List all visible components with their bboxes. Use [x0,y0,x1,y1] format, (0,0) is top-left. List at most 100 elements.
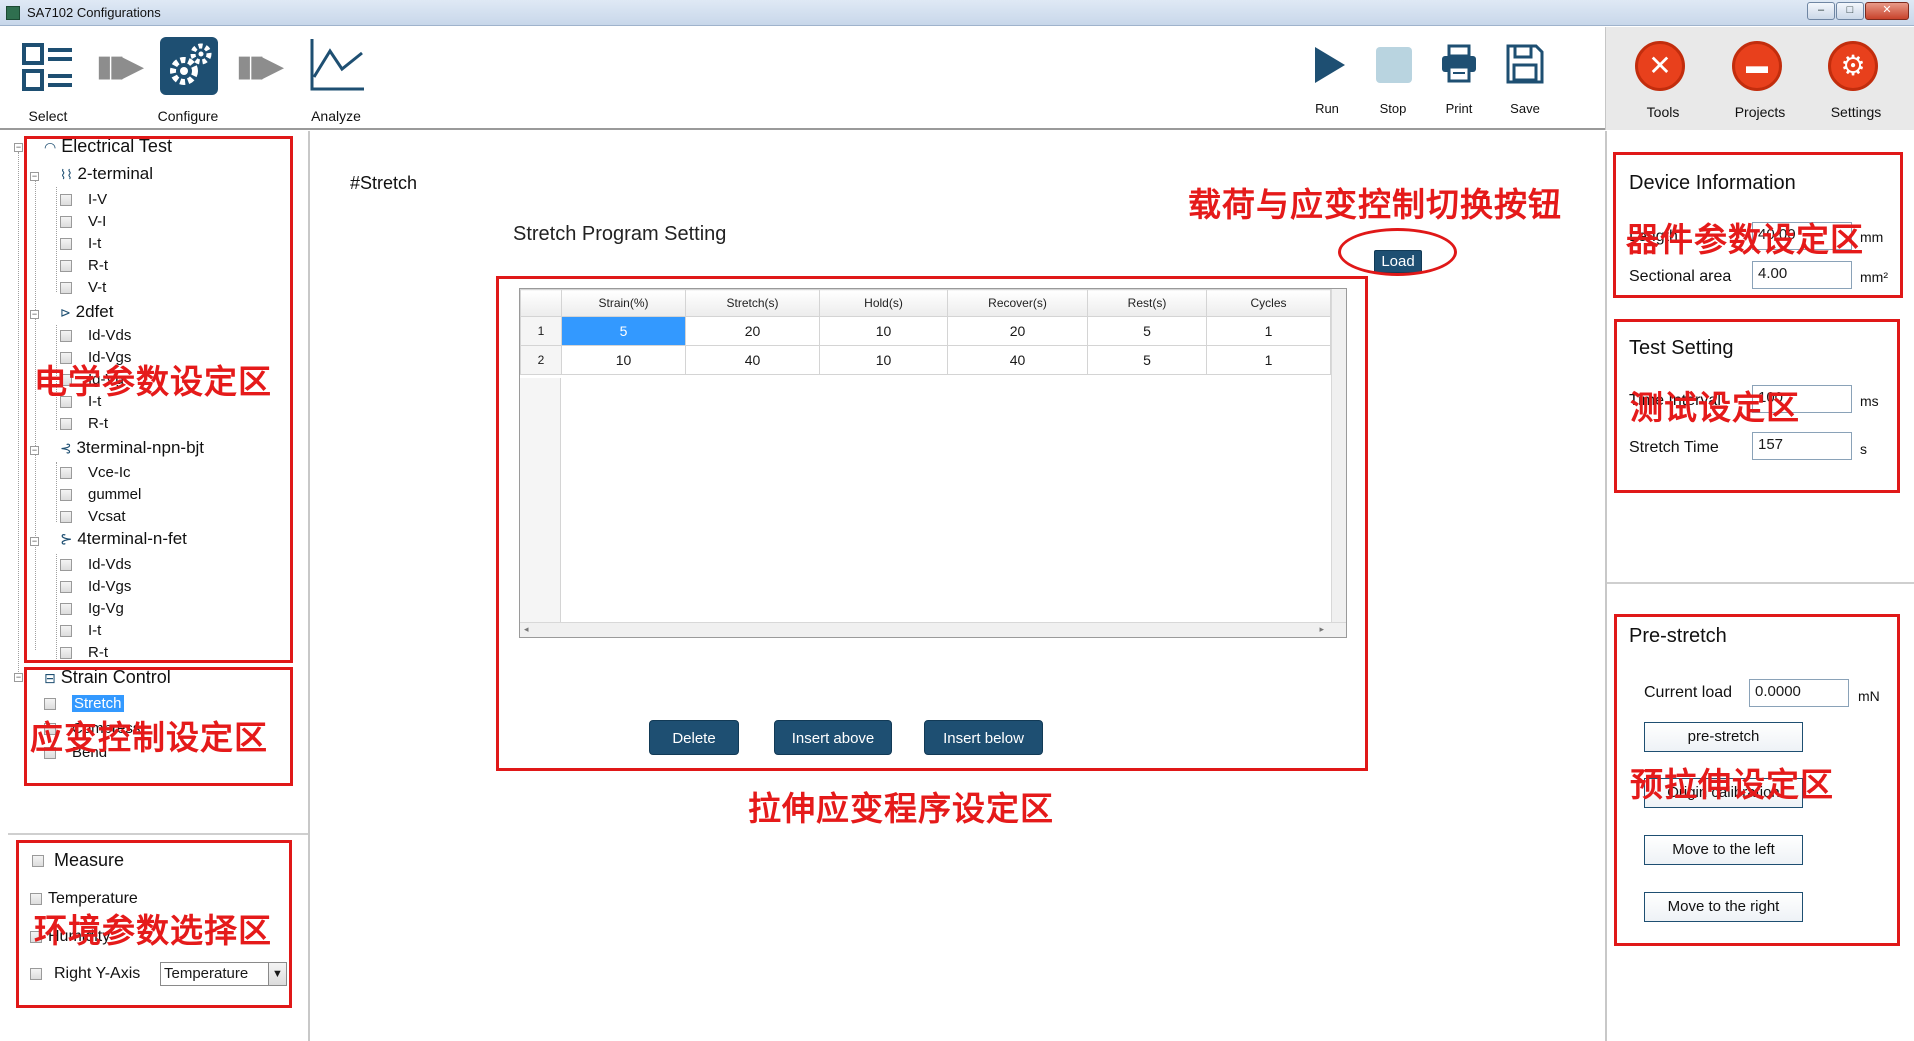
column-header[interactable]: Cycles [1206,289,1331,317]
tree-item[interactable]: I-V [60,191,107,208]
table-cell[interactable]: 5 [1087,316,1207,346]
move-left-button[interactable]: Move to the left [1644,835,1803,865]
tree-item[interactable]: Id-Vds [60,556,131,573]
table-cell[interactable]: 20 [947,316,1088,346]
table-cell[interactable]: 5 [561,316,686,346]
table-cell[interactable]: 40 [685,345,820,375]
right-y-axis-select[interactable]: Temperature ▼ [160,962,287,986]
projects-button[interactable]: ▬ Projects [1720,41,1800,125]
scroll-right-icon[interactable]: ▸ [1319,624,1324,635]
column-header[interactable]: Strain(%) [561,289,686,317]
row-header[interactable]: 2 [520,345,562,375]
expander[interactable]: − [30,446,39,455]
configure-step[interactable]: Configure [148,35,228,125]
checkbox[interactable] [60,559,72,572]
column-header[interactable]: Recover(s) [947,289,1088,317]
table-cell[interactable]: 5 [1087,345,1207,375]
table-cell[interactable]: 1 [1206,345,1331,375]
tree-item-stretch[interactable]: Stretch [44,695,124,712]
checkbox[interactable] [32,855,44,868]
tree-group-2-terminal[interactable]: ⌇⌇ 2-terminal [60,164,153,184]
tree-group-2dfet[interactable]: ⊳ 2dfet [60,302,113,322]
expander[interactable]: − [30,537,39,546]
table-cell[interactable]: 10 [819,316,948,346]
table-cell[interactable]: 1 [1206,316,1331,346]
measure-checkbox-row[interactable]: Measure [32,850,124,871]
row-header[interactable]: 1 [520,316,562,346]
checkbox[interactable] [60,238,72,251]
checkbox[interactable] [60,260,72,273]
maximize-button[interactable]: □ [1836,2,1864,20]
column-header[interactable]: Stretch(s) [685,289,820,317]
scroll-left-icon[interactable]: ◂ [524,624,529,635]
analyze-step[interactable]: Analyze [300,35,372,125]
expander[interactable]: − [30,172,39,181]
checkbox[interactable] [60,581,72,594]
save-button[interactable]: Save [1500,41,1550,125]
checkbox[interactable] [30,892,42,905]
checkbox[interactable] [44,698,56,711]
checkbox[interactable] [60,216,72,229]
checkbox[interactable] [60,625,72,638]
expander[interactable]: − [14,673,23,682]
expander[interactable]: − [30,310,39,319]
tree-item[interactable]: Ig-Vg [60,600,124,617]
tree-item[interactable]: I-t [60,235,101,252]
column-header[interactable]: Hold(s) [819,289,948,317]
vertical-scrollbar[interactable] [1331,289,1346,622]
tree-item[interactable]: Id-Vgs [60,578,131,595]
settings-button[interactable]: ⚙ Settings [1816,41,1896,125]
tree-item[interactable]: R-t [60,644,108,661]
table-row[interactable]: 1 5 20 10 20 5 1 [520,316,1331,346]
tree-group-4terminal-n-fet[interactable]: ⊱ 4terminal-n-fet [60,529,187,549]
insert-above-button[interactable]: Insert above [774,720,892,755]
table-cell[interactable]: 10 [561,345,686,375]
checkbox[interactable] [60,511,72,524]
tree-item[interactable]: Vcsat [60,508,126,525]
checkbox[interactable] [60,647,72,660]
right-y-axis-row[interactable]: Right Y-Axis [30,965,140,983]
checkbox[interactable] [60,194,72,207]
gauge-icon: ◠ [44,139,57,155]
column-header[interactable]: Rest(s) [1087,289,1207,317]
pre-stretch-button[interactable]: pre-stretch [1644,722,1803,752]
stop-button[interactable]: Stop [1368,41,1418,125]
minimize-button[interactable]: – [1807,2,1835,20]
delete-button[interactable]: Delete [649,720,739,755]
close-button[interactable]: ✕ [1865,2,1909,20]
checkbox[interactable] [60,418,72,431]
tools-button[interactable]: ✕ Tools [1628,41,1698,125]
checkbox[interactable] [60,603,72,616]
select-step[interactable]: Select [12,35,84,125]
table-cell[interactable]: 10 [819,345,948,375]
tree-item[interactable]: V-t [60,279,106,296]
tree-item[interactable]: V-I [60,213,106,230]
tree-electrical-test[interactable]: ◠ Electrical Test [44,136,172,157]
table-row[interactable]: 2 10 40 10 40 5 1 [520,345,1331,375]
stretch-time-field[interactable]: 157 [1752,432,1852,460]
tree-item[interactable]: Vce-Ic [60,464,131,481]
tree-item[interactable]: Id-Vds [60,327,131,344]
horizontal-scrollbar[interactable]: ◂ ▸ [520,622,1346,637]
tree-item[interactable]: R-t [60,415,108,432]
move-right-button[interactable]: Move to the right [1644,892,1803,922]
checkbox[interactable] [30,967,42,980]
checkbox[interactable] [60,467,72,480]
expander[interactable]: − [14,143,23,152]
tree-item[interactable]: I-t [60,622,101,639]
area-field[interactable]: 4.00 [1752,261,1852,289]
table-cell[interactable]: 20 [685,316,820,346]
checkbox[interactable] [60,330,72,343]
run-button[interactable]: Run [1302,41,1352,125]
chevron-down-icon[interactable]: ▼ [268,963,286,985]
current-load-field[interactable]: 0.0000 [1749,679,1849,707]
table-cell[interactable]: 40 [947,345,1088,375]
tree-group-3terminal-npn-bjt[interactable]: ⊰ 3terminal-npn-bjt [60,438,204,458]
insert-below-button[interactable]: Insert below [924,720,1043,755]
checkbox[interactable] [60,282,72,295]
tree-item[interactable]: gummel [60,486,141,503]
tree-strain-control[interactable]: ⊟ Strain Control [44,667,171,688]
tree-item[interactable]: R-t [60,257,108,274]
print-button[interactable]: Print [1434,41,1484,125]
checkbox[interactable] [60,489,72,502]
